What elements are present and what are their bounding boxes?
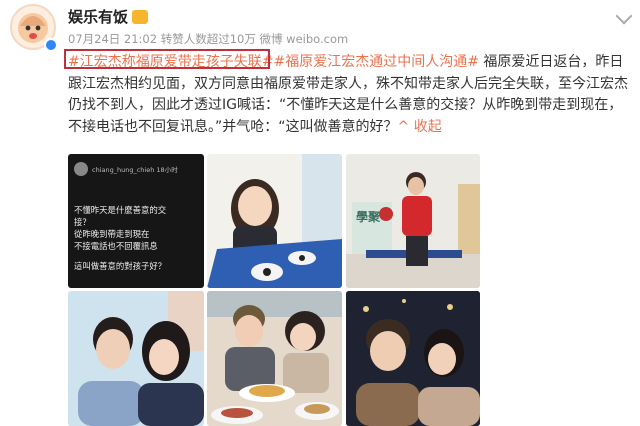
story-line: 從昨晚到帶走到現在 bbox=[74, 229, 150, 239]
photo-couple-night[interactable] bbox=[346, 291, 480, 426]
story-line: 不懂昨天是什麼善意的交 bbox=[74, 205, 167, 215]
photo-woman-table[interactable] bbox=[207, 154, 342, 288]
story-line: 不接電話也不回覆訊息 bbox=[74, 241, 158, 251]
story-text: 不懂昨天是什麼善意的交 接？ 從昨晚到帶走到現在 不接電話也不回覆訊息 這叫做善… bbox=[74, 204, 200, 272]
story-avatar bbox=[74, 162, 88, 176]
post-date[interactable]: 07月24日 21:02 bbox=[68, 32, 157, 46]
banner-text: 學聚 bbox=[356, 210, 381, 224]
post-source[interactable]: 微博 weibo.com bbox=[260, 32, 349, 46]
story-handle: chiang_hung_chieh bbox=[92, 166, 155, 174]
chevron-down-icon[interactable] bbox=[615, 7, 633, 25]
username[interactable]: 娱乐有饭 bbox=[68, 6, 149, 27]
photo-ig-story[interactable]: chiang_hung_chieh 18小时 不懂昨天是什麼善意的交 接？ 從昨… bbox=[68, 154, 204, 288]
collapse-label[interactable]: 收起 bbox=[414, 119, 442, 135]
topic-highlight-box bbox=[64, 49, 270, 69]
verified-badge-icon bbox=[44, 38, 58, 52]
post-meta: 07月24日 21:02 转赞人数超过10万 微博 weibo.com bbox=[68, 31, 348, 47]
story-time: 18小时 bbox=[156, 166, 178, 174]
photo-couple-selfie[interactable] bbox=[68, 291, 204, 426]
photo-family-dining[interactable] bbox=[207, 291, 342, 426]
topic-link-2[interactable]: #福原爱江宏杰通过中间人沟通# bbox=[273, 54, 478, 70]
collapse-link[interactable]: ^ 收起 bbox=[398, 119, 442, 135]
photo-man-table-tennis[interactable]: 學聚 bbox=[346, 154, 480, 288]
story-line: 接？ bbox=[74, 217, 91, 227]
story-line: 這叫做善意的對孩子好？ bbox=[74, 261, 167, 271]
username-text[interactable]: 娱乐有饭 bbox=[68, 6, 128, 27]
story-line bbox=[74, 252, 200, 260]
collapse-arrow: ^ bbox=[397, 118, 410, 135]
crown-icon bbox=[132, 9, 149, 24]
repost-count: 转赞人数超过10万 bbox=[160, 32, 256, 46]
